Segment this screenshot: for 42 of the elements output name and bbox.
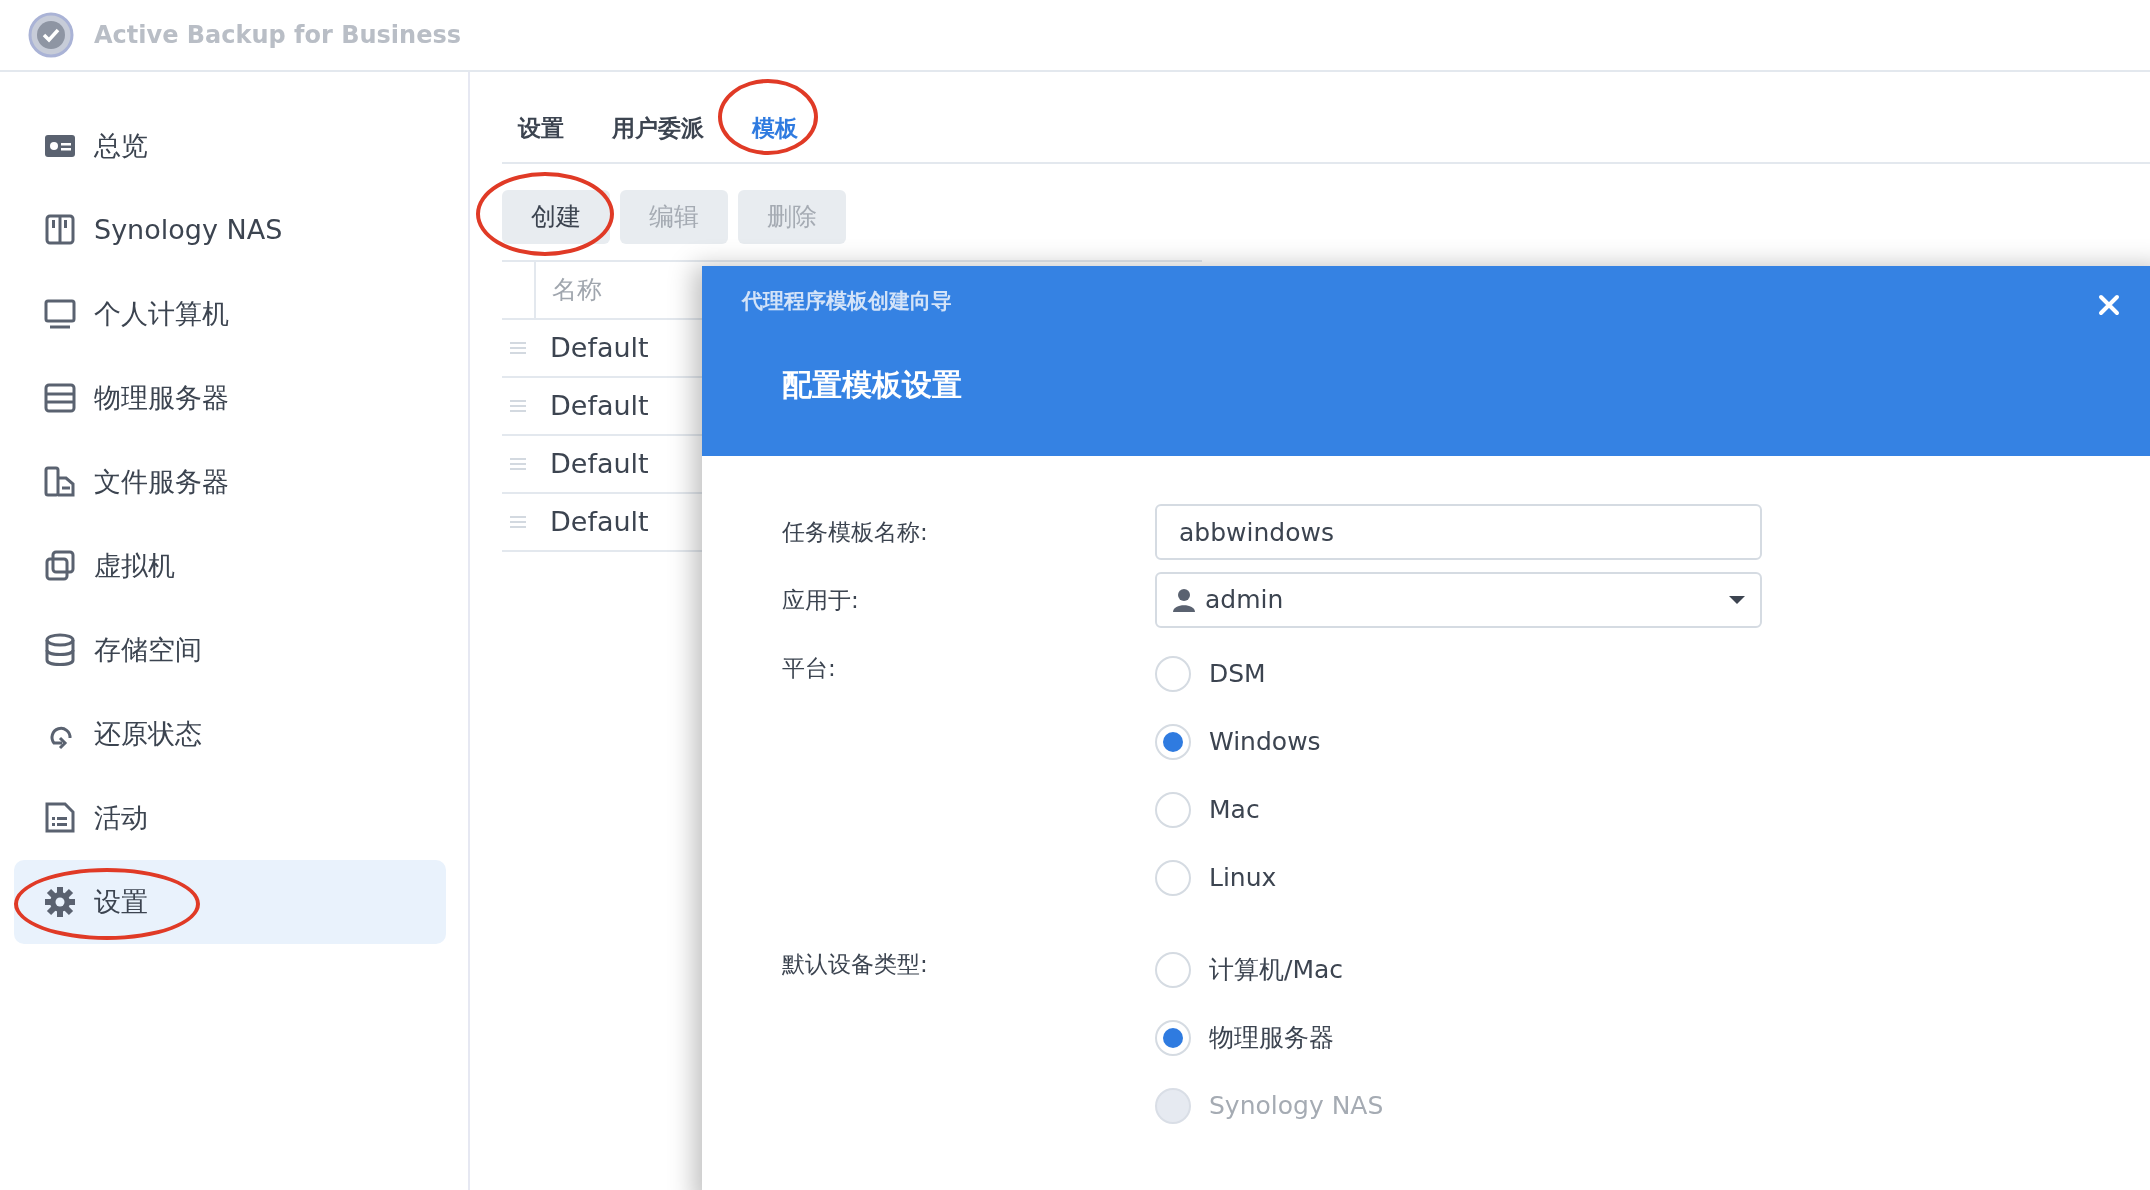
radio-option[interactable]: Linux xyxy=(1155,844,1762,912)
sidebar-item[interactable]: 还原状态 xyxy=(14,692,446,776)
tab[interactable]: 用户委派 xyxy=(596,104,720,152)
field-label: 平台: xyxy=(782,653,837,683)
sidebar-item[interactable]: 物理服务器 xyxy=(14,356,446,440)
table-cell-text: Default xyxy=(550,388,649,423)
drag-handle-icon[interactable] xyxy=(510,400,526,412)
caret-icon xyxy=(1728,595,1746,605)
tab[interactable]: 设置 xyxy=(502,104,580,152)
user-icon xyxy=(1171,587,1197,613)
drag-handle-icon[interactable] xyxy=(510,516,526,528)
sidebar-item[interactable]: 文件服务器 xyxy=(14,440,446,524)
table-cell-text: Default xyxy=(550,504,649,539)
sidebar-item[interactable]: 存储空间 xyxy=(14,608,446,692)
dropdown-field[interactable]: admin xyxy=(1155,572,1762,628)
drag-handle-icon[interactable] xyxy=(510,342,526,354)
radio-option[interactable]: 计算机/Mac xyxy=(1155,936,1762,1004)
field-label: 任务模板名称: xyxy=(782,517,929,547)
toolbar-button[interactable]: 创建 xyxy=(502,190,610,244)
settings-icon xyxy=(42,884,78,920)
field-label: 默认设备类型: xyxy=(782,949,929,979)
radio-option[interactable]: Windows xyxy=(1155,708,1762,776)
dialog-title: 代理程序模板创建向导 xyxy=(742,288,952,315)
file-server-icon xyxy=(42,464,78,500)
text-field[interactable]: abbwindows xyxy=(1155,504,1762,560)
radio-option[interactable]: Mac xyxy=(1155,776,1762,844)
app-title: Active Backup for Business xyxy=(94,20,462,51)
sidebar-item[interactable]: Synology NAS xyxy=(14,188,446,272)
sidebar-item[interactable]: 总览 xyxy=(14,104,446,188)
radio-option[interactable]: 物理服务器 xyxy=(1155,1004,1762,1072)
sidebar-item[interactable]: 个人计算机 xyxy=(14,272,446,356)
sidebar-item[interactable]: 活动 xyxy=(14,776,446,860)
dialog-heading: 配置模板设置 xyxy=(782,365,962,404)
table-cell-text: Default xyxy=(550,446,649,481)
radio-option[interactable]: DSM xyxy=(1155,640,1762,708)
app-logo-icon xyxy=(28,12,74,58)
sidebar-item[interactable]: 设置 xyxy=(14,860,446,944)
field-label: 应用于: xyxy=(782,585,860,615)
drag-handle-icon[interactable] xyxy=(510,458,526,470)
sidebar-item[interactable]: 虚拟机 xyxy=(14,524,446,608)
tab[interactable]: 模板 xyxy=(736,104,814,152)
table-cell-text: Default xyxy=(550,330,649,365)
